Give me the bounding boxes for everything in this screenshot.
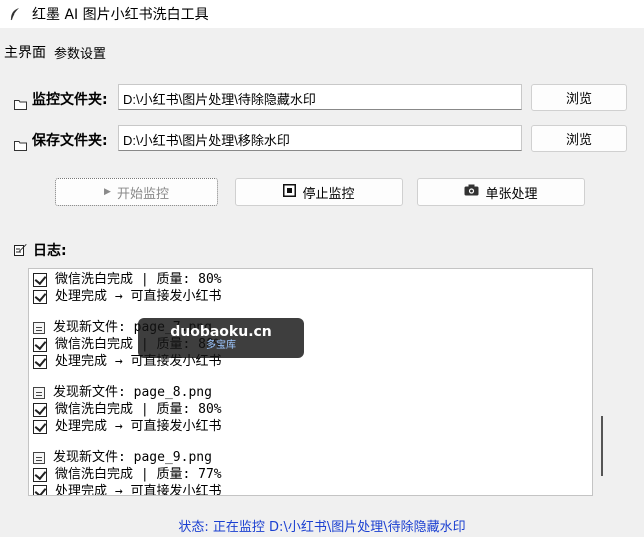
checkbox-icon bbox=[33, 419, 47, 434]
monitor-folder-input[interactable]: D:\小红书\图片处理\待除隐藏水印 bbox=[118, 84, 522, 110]
log-output[interactable]: 微信洗白完成 | 质量: 80% 处理完成 → 可直接发小红书 发现新文件: pag… bbox=[28, 268, 593, 496]
log-line-text: 处理完成 → 可直接发小红书 bbox=[55, 289, 222, 304]
stop-monitor-button[interactable]: 停止监控 bbox=[235, 178, 403, 206]
document-icon bbox=[33, 386, 45, 399]
tab-bar: 主界面 参数设置 bbox=[0, 40, 110, 64]
feather-icon bbox=[8, 7, 22, 21]
tab-settings[interactable]: 参数设置 bbox=[50, 41, 110, 64]
document-icon bbox=[33, 451, 45, 464]
status-text: 状态: 正在监控 D:\小红书\图片处理\待除隐藏水印 bbox=[178, 520, 466, 535]
camera-icon bbox=[464, 184, 479, 200]
monitor-browse-button[interactable]: 浏览 bbox=[531, 84, 627, 111]
log-line-text: 处理完成 → 可直接发小红书 bbox=[55, 419, 222, 434]
checkbox-icon bbox=[33, 289, 47, 304]
log-line: 处理完成 → 可直接发小红书 bbox=[33, 353, 576, 370]
folder-icon bbox=[14, 95, 27, 110]
log-line: 微信洗白完成 | 质量: 80% bbox=[33, 336, 576, 353]
single-process-button[interactable]: 单张处理 bbox=[417, 178, 585, 206]
log-line: 发现新文件: page_7.png bbox=[33, 319, 576, 336]
log-line-text: 微信洗白完成 | 质量: 80% bbox=[55, 272, 222, 287]
log-line-text: 微信洗白完成 | 质量: 77% bbox=[55, 467, 222, 482]
checkbox-icon bbox=[33, 337, 47, 352]
save-folder-input[interactable]: D:\小红书\图片处理\移除水印 bbox=[118, 125, 522, 151]
log-line: 微信洗白完成 | 质量: 80% bbox=[33, 401, 576, 418]
stop-monitor-label: 停止监控 bbox=[302, 186, 355, 202]
watermark-name: 多宝库 bbox=[206, 340, 236, 351]
log-label: 日志: bbox=[33, 243, 67, 259]
tab-main[interactable]: 主界面 bbox=[0, 40, 50, 64]
log-line: 发现新文件: page_9.png bbox=[33, 449, 576, 466]
watermark-domain: duobaoku.cn bbox=[170, 324, 272, 340]
save-folder-row: 保存文件夹: D:\小红书\图片处理\移除水印 浏览 bbox=[0, 125, 644, 155]
play-icon: ▶ bbox=[104, 187, 111, 197]
document-icon bbox=[33, 321, 45, 334]
log-line-text: 发现新文件: page_9.png bbox=[53, 450, 212, 465]
checkbox-icon bbox=[33, 354, 47, 369]
log-line-text: 发现新文件: page_8.png bbox=[53, 385, 212, 400]
checkbox-icon bbox=[33, 272, 47, 287]
log-line-text: 处理完成 → 可直接发小红书 bbox=[55, 484, 222, 496]
save-browse-button[interactable]: 浏览 bbox=[531, 125, 627, 152]
log-line: 处理完成 → 可直接发小红书 bbox=[33, 418, 576, 435]
window-title: 红墨 AI 图片小红书洗白工具 bbox=[32, 7, 209, 23]
checkbox-icon bbox=[33, 484, 47, 495]
folder-icon bbox=[14, 136, 27, 151]
log-lines: 微信洗白完成 | 质量: 80% 处理完成 → 可直接发小红书 发现新文件: pag… bbox=[33, 271, 576, 496]
checkbox-icon bbox=[33, 402, 47, 417]
monitor-folder-label: 监控文件夹: bbox=[32, 92, 108, 108]
start-monitor-label: 开始监控 bbox=[116, 186, 169, 202]
log-line-text: 微信洗白完成 | 质量: 80% bbox=[55, 402, 222, 417]
stop-icon bbox=[283, 183, 297, 201]
checkbox-icon bbox=[33, 467, 47, 482]
single-process-label: 单张处理 bbox=[485, 186, 538, 202]
log-icon bbox=[14, 241, 27, 260]
log-header: 日志: bbox=[14, 240, 67, 260]
monitor-folder-row: 监控文件夹: D:\小红书\图片处理\待除隐藏水印 浏览 bbox=[0, 84, 644, 114]
log-line: 微信洗白完成 | 质量: 77% bbox=[33, 466, 576, 483]
watermark-overlay: duobaoku.cn 多宝库 bbox=[138, 318, 304, 358]
log-scrollbar[interactable] bbox=[598, 268, 608, 496]
start-monitor-button[interactable]: ▶ 开始监控 bbox=[55, 178, 218, 206]
log-line: 处理完成 → 可直接发小红书 bbox=[33, 288, 576, 305]
save-folder-label: 保存文件夹: bbox=[32, 133, 108, 149]
log-line: 微信洗白完成 | 质量: 80% bbox=[33, 271, 576, 288]
title-bar: 红墨 AI 图片小红书洗白工具 bbox=[0, 0, 644, 28]
log-line: 处理完成 → 可直接发小红书 bbox=[33, 483, 576, 496]
log-line: 发现新文件: page_8.png bbox=[33, 384, 576, 401]
log-scrollbar-thumb[interactable] bbox=[601, 416, 603, 476]
